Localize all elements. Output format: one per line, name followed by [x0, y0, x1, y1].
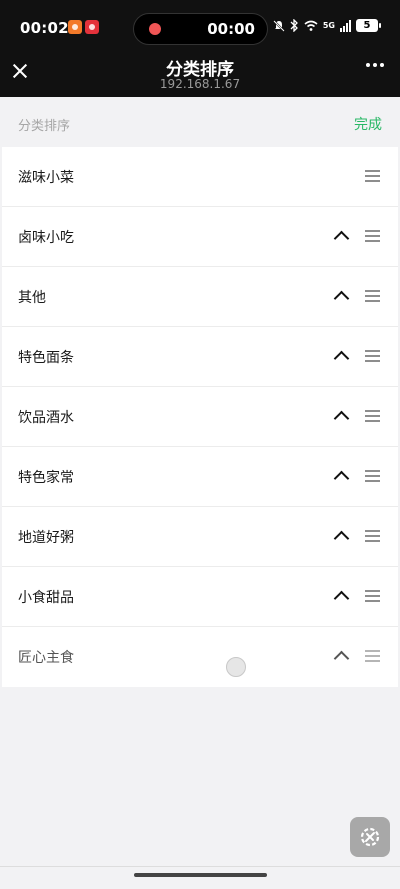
mute-icon: [273, 19, 285, 32]
drag-handle-icon[interactable]: [365, 169, 380, 183]
category-label: 卤味小吃: [18, 230, 74, 246]
recording-icon: [149, 23, 161, 35]
category-row[interactable]: 地道好粥: [2, 507, 398, 567]
status-bar: 00:02 00:00 5G 5: [0, 0, 400, 55]
battery-icon: 5: [356, 19, 381, 32]
drag-handle-icon[interactable]: [365, 229, 380, 243]
bluetooth-icon: [290, 19, 298, 32]
status-icons: 5G 5: [273, 19, 381, 32]
drag-handle-icon[interactable]: [365, 529, 380, 543]
category-label: 滋味小菜: [18, 170, 74, 186]
drag-handle-icon[interactable]: [365, 469, 380, 483]
page-subtitle: 192.168.1.67: [159, 77, 241, 91]
touch-indicator: [226, 657, 246, 677]
chevron-up-icon[interactable]: [332, 229, 350, 243]
category-label: 小食甜品: [18, 590, 74, 606]
drag-handle-icon[interactable]: [365, 409, 380, 423]
signal-icon: [340, 19, 351, 32]
drag-handle-icon[interactable]: [365, 349, 380, 363]
dynamic-island: 00:00: [133, 13, 268, 45]
network-type: 5G: [322, 21, 335, 30]
home-indicator[interactable]: [134, 873, 267, 877]
section-header: 分类排序 完成: [0, 97, 400, 147]
category-label: 特色面条: [18, 350, 74, 366]
nav-bar: 分类排序 192.168.1.67: [0, 55, 400, 97]
chevron-up-icon[interactable]: [332, 649, 350, 663]
status-time: 00:02: [20, 19, 69, 37]
category-label: 饮品酒水: [18, 410, 74, 426]
chevron-up-icon[interactable]: [332, 289, 350, 303]
chevron-up-icon[interactable]: [332, 589, 350, 603]
home-indicator-area: [0, 866, 400, 889]
section-title: 分类排序: [18, 119, 71, 134]
settings-tool-icon[interactable]: [350, 817, 390, 857]
category-row[interactable]: 匠心主食: [2, 627, 398, 687]
app-notification-icon: [68, 20, 82, 34]
category-row[interactable]: 其他: [2, 267, 398, 327]
chevron-up-icon[interactable]: [332, 349, 350, 363]
category-label: 其他: [18, 290, 46, 306]
category-row[interactable]: 特色家常: [2, 447, 398, 507]
drag-handle-icon[interactable]: [365, 589, 380, 603]
category-label: 特色家常: [18, 470, 74, 486]
category-label: 地道好粥: [18, 530, 74, 546]
more-icon[interactable]: [366, 63, 384, 67]
category-row[interactable]: 小食甜品: [2, 567, 398, 627]
chevron-up-icon[interactable]: [332, 469, 350, 483]
drag-handle-icon[interactable]: [365, 289, 380, 303]
category-list: 滋味小菜 卤味小吃 其他 特色面条 饮品酒水 特色家常 地道好粥 小食甜品 匠心…: [2, 147, 398, 687]
chevron-up-icon[interactable]: [332, 529, 350, 543]
chevron-up-icon[interactable]: [332, 409, 350, 423]
category-row[interactable]: 卤味小吃: [2, 207, 398, 267]
category-row[interactable]: 特色面条: [2, 327, 398, 387]
category-row[interactable]: 滋味小菜: [2, 147, 398, 207]
category-row[interactable]: 饮品酒水: [2, 387, 398, 447]
done-button[interactable]: 完成: [354, 114, 382, 134]
app-notification-icon: [85, 20, 99, 34]
category-label: 匠心主食: [18, 650, 74, 666]
wifi-icon: [304, 20, 318, 31]
recording-time: 00:00: [207, 20, 255, 38]
drag-handle-icon[interactable]: [365, 649, 380, 663]
